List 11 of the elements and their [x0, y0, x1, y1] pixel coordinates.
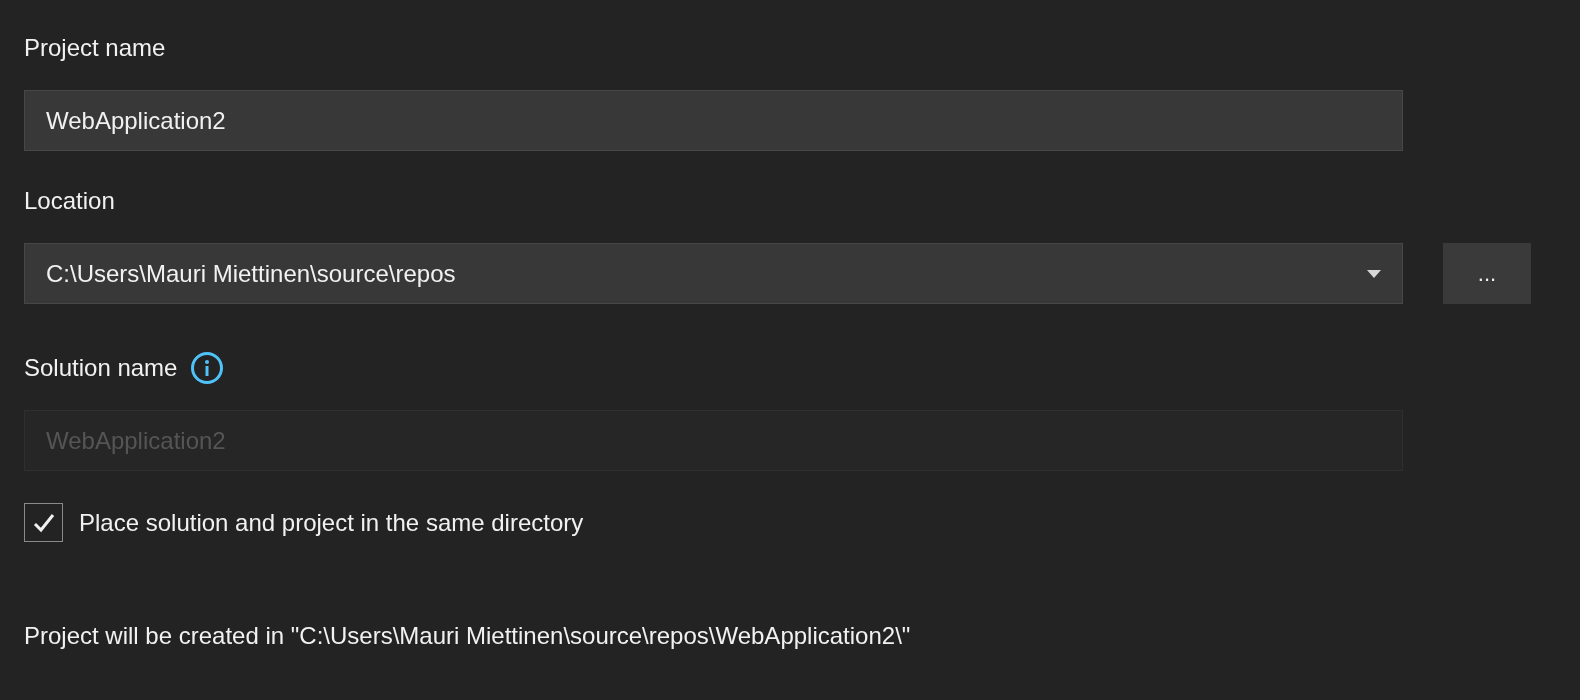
browse-button[interactable]: ...	[1443, 243, 1531, 304]
checkbox[interactable]	[24, 503, 63, 542]
location-dropdown[interactable]: C:\Users\Mauri Miettinen\source\repos	[24, 243, 1403, 304]
field-label: Project name	[24, 33, 166, 63]
output-path-text: Project will be created in "C:\Users\Mauri Miettinen\source\repos\WebApplication2\"	[24, 621, 912, 651]
caret-icon	[1367, 269, 1381, 278]
checkbox-label: Place solution and project in the same directory	[79, 507, 584, 538]
text-field[interactable]: WebApplication2	[24, 90, 1403, 151]
checkmark-icon	[32, 512, 55, 533]
field-label: Location	[24, 186, 115, 216]
field-label: Solution name	[24, 353, 178, 383]
